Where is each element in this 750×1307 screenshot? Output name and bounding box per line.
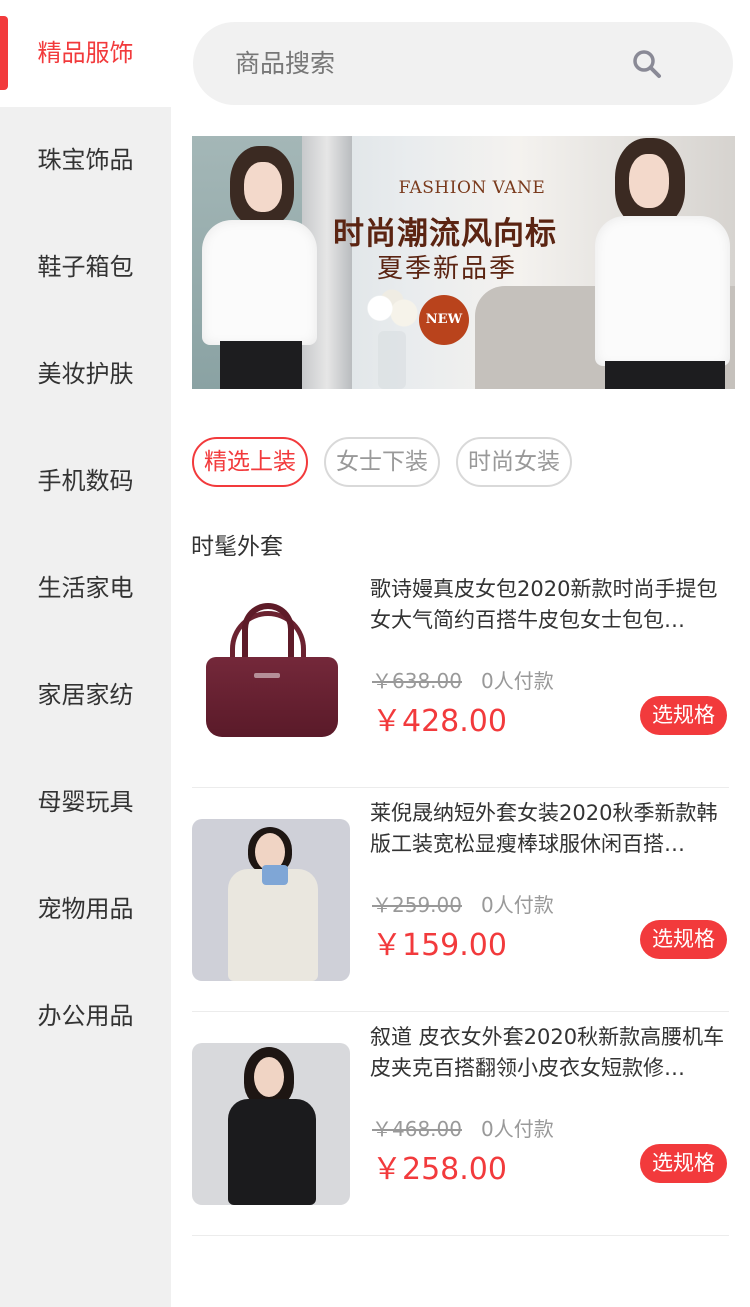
new-badge: NEW (419, 295, 469, 345)
main-content: FASHION VANE 时尚潮流风向标 夏季新品季 NEW 精选上装 女士下装… (171, 0, 750, 1307)
banner-model-left (202, 136, 332, 389)
active-indicator (0, 16, 8, 90)
product-image[interactable] (192, 595, 350, 757)
banner-model-right (575, 136, 735, 389)
sidebar-item-apparel[interactable]: 精品服饰 (0, 0, 171, 107)
product-image[interactable] (192, 1043, 350, 1205)
section-title: 时髦外套 (191, 534, 283, 560)
sidebar-item-label: 母婴玩具 (37, 788, 134, 816)
sidebar-item-label: 家居家纺 (37, 681, 134, 709)
select-spec-button[interactable]: 选规格 (640, 920, 727, 959)
sidebar-item-label: 美妆护肤 (37, 360, 134, 388)
sidebar-item-home-textile[interactable]: 家居家纺 (0, 642, 171, 749)
sidebar-item-office[interactable]: 办公用品 (0, 963, 171, 1070)
sidebar-item-beauty[interactable]: 美妆护肤 (0, 321, 171, 428)
sidebar-item-label: 手机数码 (37, 467, 134, 495)
sold-count: 0人付款 (481, 1117, 554, 1141)
sold-count: 0人付款 (481, 669, 554, 693)
product-name[interactable]: 歌诗嫚真皮女包2020新款时尚手提包女大气简约百搭牛皮包女士包包… (370, 574, 729, 640)
sidebar-item-label: 宠物用品 (37, 895, 134, 923)
search-input[interactable] (235, 22, 635, 105)
product-name[interactable]: 叙道 皮衣女外套2020秋新款高腰机车皮夹克百搭翻领小皮衣女短款修… (370, 1022, 729, 1088)
sidebar-item-appliances[interactable]: 生活家电 (0, 535, 171, 642)
banner-subtitle: 夏季新品季 (376, 254, 517, 284)
product-card[interactable]: 叙道 皮衣女外套2020秋新款高腰机车皮夹克百搭翻领小皮衣女短款修… ￥468.… (192, 1012, 729, 1236)
sidebar-item-label: 精品服饰 (37, 39, 134, 67)
sidebar-item-shoes-bags[interactable]: 鞋子箱包 (0, 214, 171, 321)
promo-banner[interactable]: FASHION VANE 时尚潮流风向标 夏季新品季 NEW (192, 136, 735, 389)
sidebar-item-label: 珠宝饰品 (37, 146, 134, 174)
product-card[interactable]: 歌诗嫚真皮女包2020新款时尚手提包女大气简约百搭牛皮包女士包包… ￥638.0… (192, 564, 729, 788)
sidebar-item-label: 办公用品 (37, 1002, 134, 1030)
banner-english-subtitle: FASHION VANE (398, 178, 546, 198)
sidebar-item-digital[interactable]: 手机数码 (0, 428, 171, 535)
original-price: ￥259.00 (372, 893, 462, 917)
select-spec-button[interactable]: 选规格 (640, 696, 727, 735)
sidebar-item-label: 生活家电 (37, 574, 134, 602)
banner-title: 时尚潮流风向标 (333, 216, 557, 252)
sale-price: ￥258.00 (372, 1152, 507, 1187)
sidebar-item-jewelry[interactable]: 珠宝饰品 (0, 107, 171, 214)
category-sidebar: 精品服饰 珠宝饰品 鞋子箱包 美妆护肤 手机数码 生活家电 家居家纺 母婴玩具 … (0, 0, 171, 1307)
search-bar[interactable] (193, 22, 733, 105)
subcategory-tabs: 精选上装 女士下装 时尚女装 (192, 437, 588, 487)
sale-price: ￥428.00 (372, 704, 507, 739)
original-price: ￥638.00 (372, 669, 462, 693)
tab-women-bottoms[interactable]: 女士下装 (324, 437, 440, 487)
search-icon[interactable] (631, 48, 663, 80)
tab-fashion-womenswear[interactable]: 时尚女装 (456, 437, 572, 487)
tab-selected-tops[interactable]: 精选上装 (192, 437, 308, 487)
sold-count: 0人付款 (481, 893, 554, 917)
product-name[interactable]: 莱倪晟纳短外套女装2020秋季新款韩版工装宽松显瘦棒球服休闲百搭… (370, 798, 729, 864)
product-image[interactable] (192, 819, 350, 981)
product-card[interactable]: 莱倪晟纳短外套女装2020秋季新款韩版工装宽松显瘦棒球服休闲百搭… ￥259.0… (192, 788, 729, 1012)
sidebar-item-pet[interactable]: 宠物用品 (0, 856, 171, 963)
original-price: ￥468.00 (372, 1117, 462, 1141)
sale-price: ￥159.00 (372, 928, 507, 963)
sidebar-item-baby-toys[interactable]: 母婴玩具 (0, 749, 171, 856)
sidebar-item-label: 鞋子箱包 (37, 253, 134, 281)
select-spec-button[interactable]: 选规格 (640, 1144, 727, 1183)
banner-flower-vase (362, 289, 422, 389)
